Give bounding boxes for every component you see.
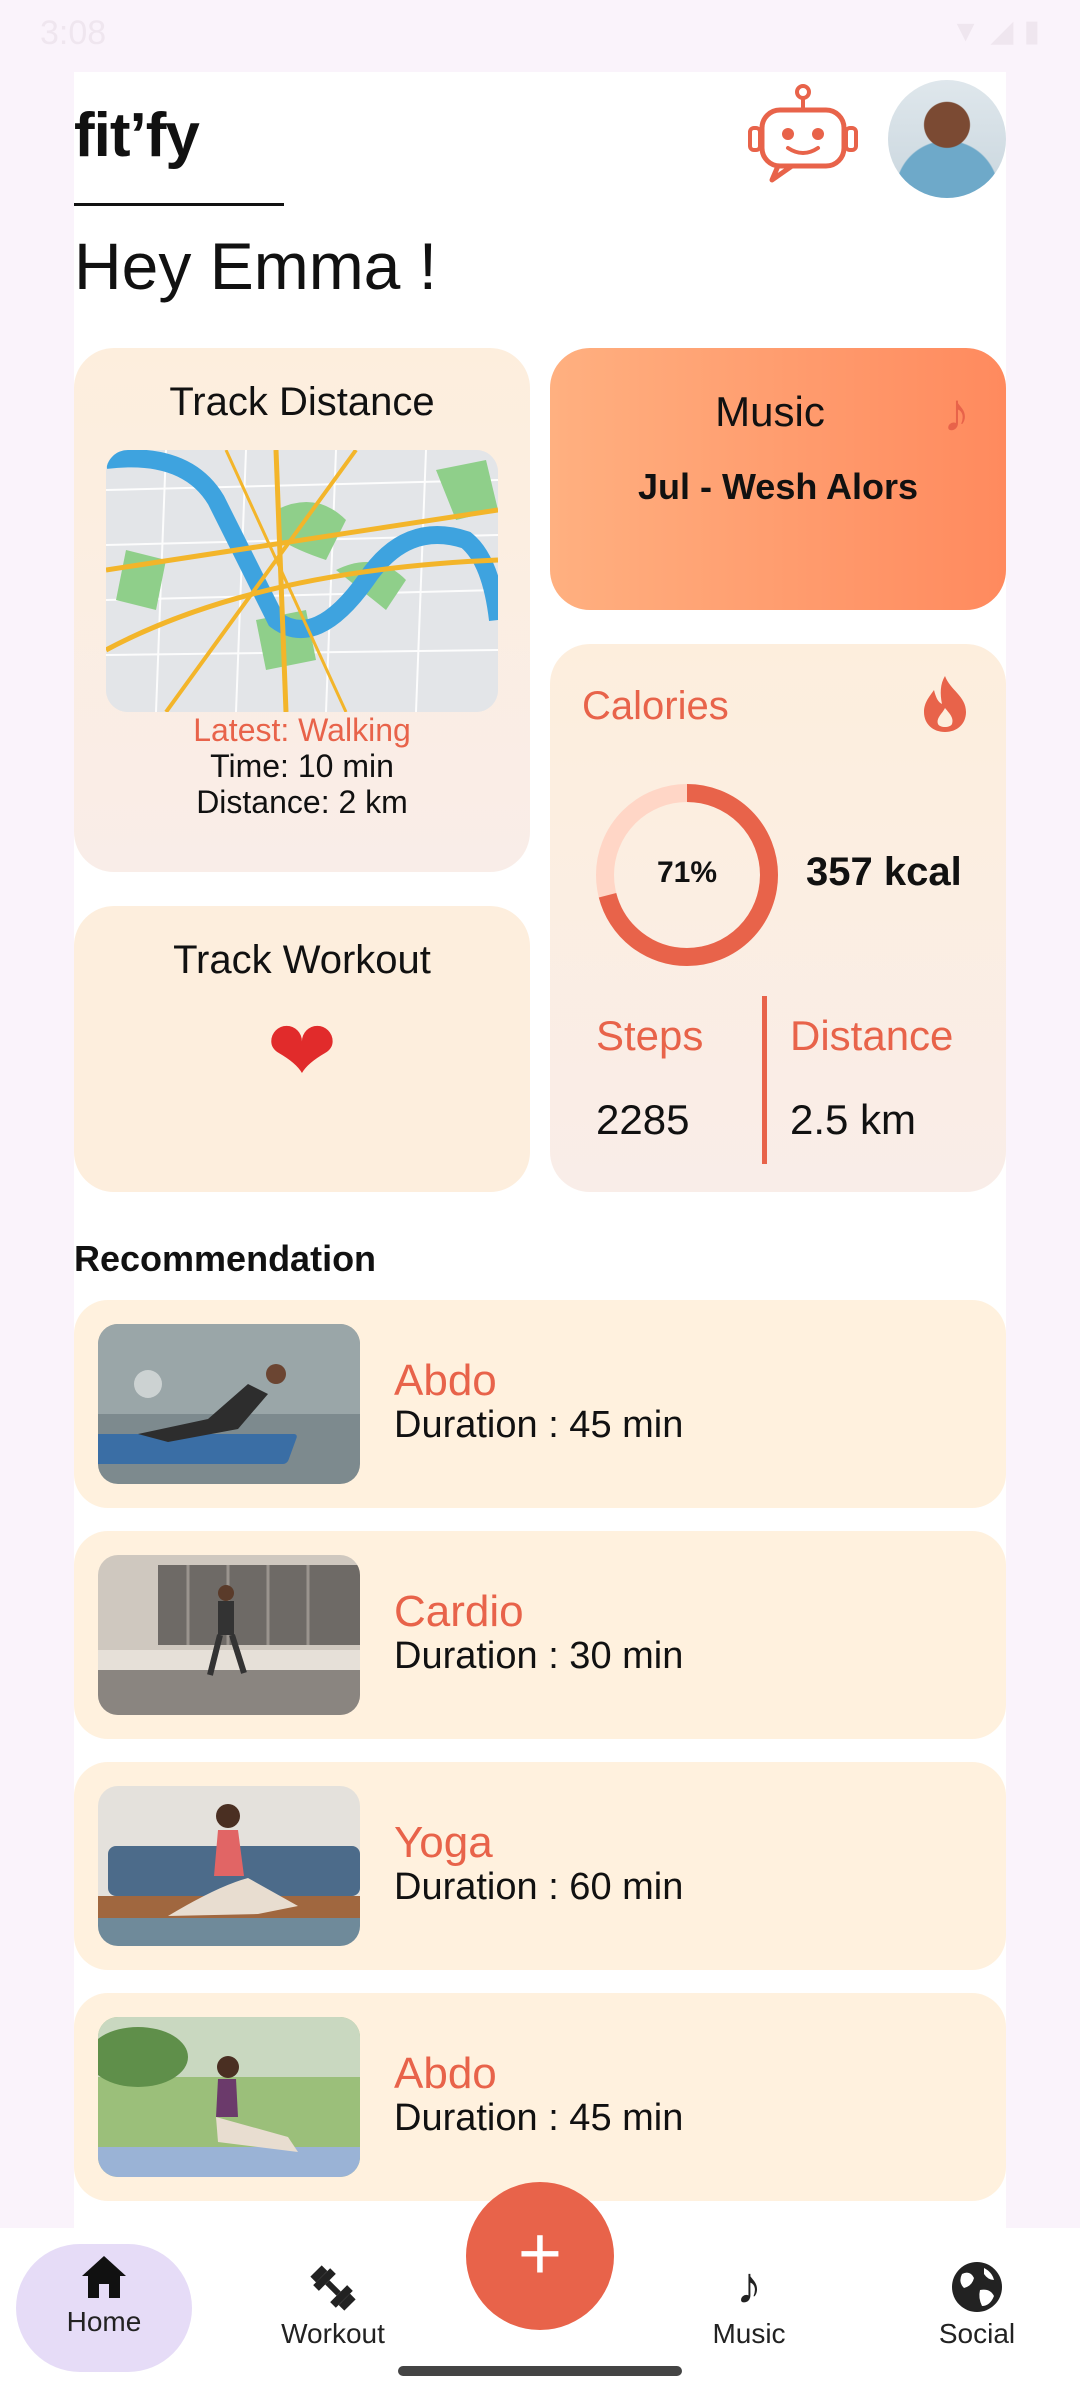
workout-duration: Duration : 45 min: [394, 2097, 684, 2139]
music-icon: ♪: [736, 2257, 762, 2315]
music-title: Music: [715, 388, 825, 435]
nav-social-label: Social: [938, 2318, 1016, 2349]
recommendation-item[interactable]: Cardio Duration : 30 min: [74, 1531, 1006, 1739]
music-card[interactable]: Music ♪ Jul - Wesh Alors: [550, 348, 1006, 610]
workout-name: Yoga: [394, 1818, 493, 1867]
workout-duration: Duration : 60 min: [394, 1866, 684, 1908]
workout-duration: Duration : 30 min: [394, 1635, 684, 1677]
nav-workout[interactable]: Workout: [248, 2256, 418, 2376]
workout-thumbnail: [98, 1324, 360, 1484]
calories-kcal: 357 kcal: [806, 850, 962, 894]
distance-value: 2.5 km: [790, 1096, 917, 1143]
heart-icon: ❤: [266, 1004, 338, 1098]
logo-underline: [74, 203, 284, 206]
app-logo: fit’fy: [74, 101, 200, 170]
track-workout-title: Track Workout: [173, 938, 431, 982]
calories-percent: 71%: [656, 856, 718, 889]
music-song: Jul - Wesh Alors: [637, 466, 919, 507]
nav-social[interactable]: Social: [892, 2256, 1062, 2376]
home-icon: [16, 2244, 192, 2304]
workout-name: Cardio: [394, 1587, 524, 1636]
map-preview: [106, 450, 498, 712]
dumbbell-icon: [248, 2256, 418, 2316]
steps-label: Steps: [596, 1012, 704, 1059]
nav-workout-label: Workout: [281, 2318, 385, 2349]
nav-music[interactable]: ♪ Music: [664, 2256, 834, 2376]
steps-value: 2285: [596, 1096, 690, 1143]
recommendation-item[interactable]: Abdo Duration : 45 min: [74, 1300, 1006, 1508]
stats-divider: [762, 996, 767, 1164]
status-time: 3:08: [40, 14, 107, 52]
latest-activity: Latest: Walking: [193, 712, 411, 748]
nav-music-label: Music: [712, 2318, 786, 2349]
calories-title: Calories: [582, 684, 729, 728]
music-note-icon: ♪: [943, 383, 970, 443]
distance-label: Distance: [790, 1012, 954, 1059]
recommendation-item[interactable]: Yoga Duration : 60 min: [74, 1762, 1006, 1970]
fire-icon: [920, 674, 970, 734]
nav-home-label: Home: [66, 2306, 142, 2337]
workout-thumbnail: [98, 1555, 360, 1715]
gesture-home-bar[interactable]: [398, 2366, 682, 2376]
track-distance-card[interactable]: Track Distance Latest: Walking Time: 10 …: [74, 348, 530, 872]
workout-name: Abdo: [394, 1356, 497, 1405]
workout-name: Abdo: [394, 2049, 497, 2098]
track-distance-title: Track Distance: [169, 380, 435, 424]
workout-thumbnail: [98, 2017, 360, 2177]
track-workout-card[interactable]: Track Workout ❤: [74, 906, 530, 1192]
nav-home[interactable]: Home: [16, 2244, 192, 2372]
recommendation-item[interactable]: Abdo Duration : 45 min: [74, 1993, 1006, 2201]
recommendation-title: Recommendation: [74, 1238, 377, 1279]
profile-avatar[interactable]: [888, 80, 1006, 198]
status-bar: 3:08 ▼◢▮: [0, 0, 1080, 64]
add-button[interactable]: +: [466, 2182, 614, 2330]
workout-thumbnail: [98, 1786, 360, 1946]
latest-time: Time: 10 min: [210, 748, 394, 784]
workout-duration: Duration : 45 min: [394, 1404, 684, 1446]
globe-icon: [892, 2256, 1062, 2316]
status-icons: ▼◢▮: [950, 15, 1050, 48]
latest-distance: Distance: 2 km: [196, 784, 408, 820]
calories-card[interactable]: Calories 71% 357 kcal Steps 2285 Distanc…: [550, 644, 1006, 1192]
chatbot-icon[interactable]: [748, 84, 858, 184]
greeting-text: Hey Emma !: [74, 229, 438, 303]
